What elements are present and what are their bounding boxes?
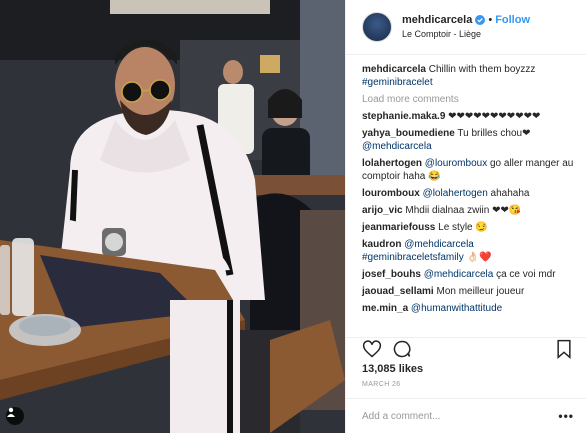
avatar[interactable] [362, 12, 392, 42]
comment-username[interactable]: me.min_a [362, 303, 408, 314]
comment-item: kaudron @mehdicarcela #geminibraceletsfa… [362, 238, 576, 264]
comment-item: jeanmariefouss Le style 😏 [362, 221, 576, 234]
caption-hashtag[interactable]: #geminibracelet [362, 77, 433, 88]
comment-item: me.min_a @humanwithattitude [362, 302, 576, 315]
post-side-panel: mehdicarcela • Follow Le Comptoir - Lièg… [345, 0, 586, 433]
add-comment-bar: ••• [346, 398, 586, 433]
author-username[interactable]: mehdicarcela [402, 14, 472, 28]
comment-username[interactable]: josef_bouhs [362, 269, 421, 280]
photo-illustration [0, 0, 345, 433]
comment-mention[interactable]: @humanwithattitude [411, 303, 502, 314]
separator-dot: • [488, 13, 493, 26]
comment-bubble-icon[interactable] [392, 339, 412, 359]
post-photo[interactable] [0, 0, 345, 433]
comments-list: mehdicarcela Chillin with them boyzzz #g… [362, 63, 576, 319]
comment-item: louromboux @lolahertogen ahahaha [362, 187, 576, 200]
comment-item: yahya_boumediene Tu brilles chou❤ @mehdi… [362, 127, 576, 153]
comment-item: arijo_vic Mhdii dialnaa zwiin ❤❤😘 [362, 204, 576, 217]
comment-text: Mon meilleur joueur [436, 286, 525, 297]
comment-username[interactable]: yahya_boumediene [362, 128, 455, 139]
comment-username[interactable]: lolahertogen [362, 158, 422, 169]
comment-text: 👌🏻❤️ [466, 252, 492, 263]
comment-mention[interactable]: @mehdicarcela [362, 141, 432, 152]
comment-mention[interactable]: @louromboux [425, 158, 487, 169]
comment-item: josef_bouhs @mehdicarcela ça ce voi mdr [362, 268, 576, 281]
comment-text: Mhdii dialnaa zwiin ❤❤😘 [405, 205, 522, 216]
comment-username[interactable]: kaudron [362, 239, 401, 250]
comment-username[interactable]: jeanmariefouss [362, 222, 435, 233]
follow-button[interactable]: Follow [495, 14, 530, 28]
post-actions [346, 337, 586, 359]
post-date: MARCH 26 [362, 381, 401, 388]
more-options-icon[interactable]: ••• [558, 409, 574, 423]
post-header: mehdicarcela • Follow Le Comptoir - Lièg… [346, 0, 586, 55]
load-more-comments-button[interactable]: Load more comments [362, 93, 576, 106]
comment-username[interactable]: arijo_vic [362, 205, 403, 216]
comment-text: ça ce voi mdr [496, 269, 556, 280]
comment-text: ❤❤❤❤❤❤❤❤❤❤❤ [448, 111, 541, 122]
comment-mention[interactable]: @mehdicarcela [424, 269, 494, 280]
caption: mehdicarcela Chillin with them boyzzz #g… [362, 63, 576, 89]
tagged-users-icon[interactable] [6, 407, 24, 425]
comment-item: jaouad_sellami Mon meilleur joueur [362, 285, 576, 298]
bookmark-icon[interactable] [554, 339, 574, 359]
like-heart-icon[interactable] [362, 339, 382, 359]
verified-badge-icon [475, 15, 486, 26]
caption-username[interactable]: mehdicarcela [362, 64, 426, 75]
comment-text: Le style 😏 [438, 222, 488, 233]
comment-username[interactable]: louromboux [362, 188, 420, 199]
location-link[interactable]: Le Comptoir - Liège [402, 29, 530, 40]
caption-text: Chillin with them boyzzz [428, 64, 536, 75]
comment-mention[interactable]: @lolahertogen [423, 188, 488, 199]
comment-text: ahahaha [490, 188, 530, 199]
comment-text: Tu brilles chou❤ [457, 128, 531, 139]
comment-username[interactable]: stephanie.maka.9 [362, 111, 445, 122]
likes-count[interactable]: 13,085 likes [362, 363, 423, 375]
add-comment-input[interactable] [362, 410, 559, 422]
comment-item: stephanie.maka.9 ❤❤❤❤❤❤❤❤❤❤❤ [362, 110, 576, 123]
comment-item: lolahertogen @louromboux go aller manger… [362, 157, 576, 183]
comment-username[interactable]: jaouad_sellami [362, 286, 434, 297]
